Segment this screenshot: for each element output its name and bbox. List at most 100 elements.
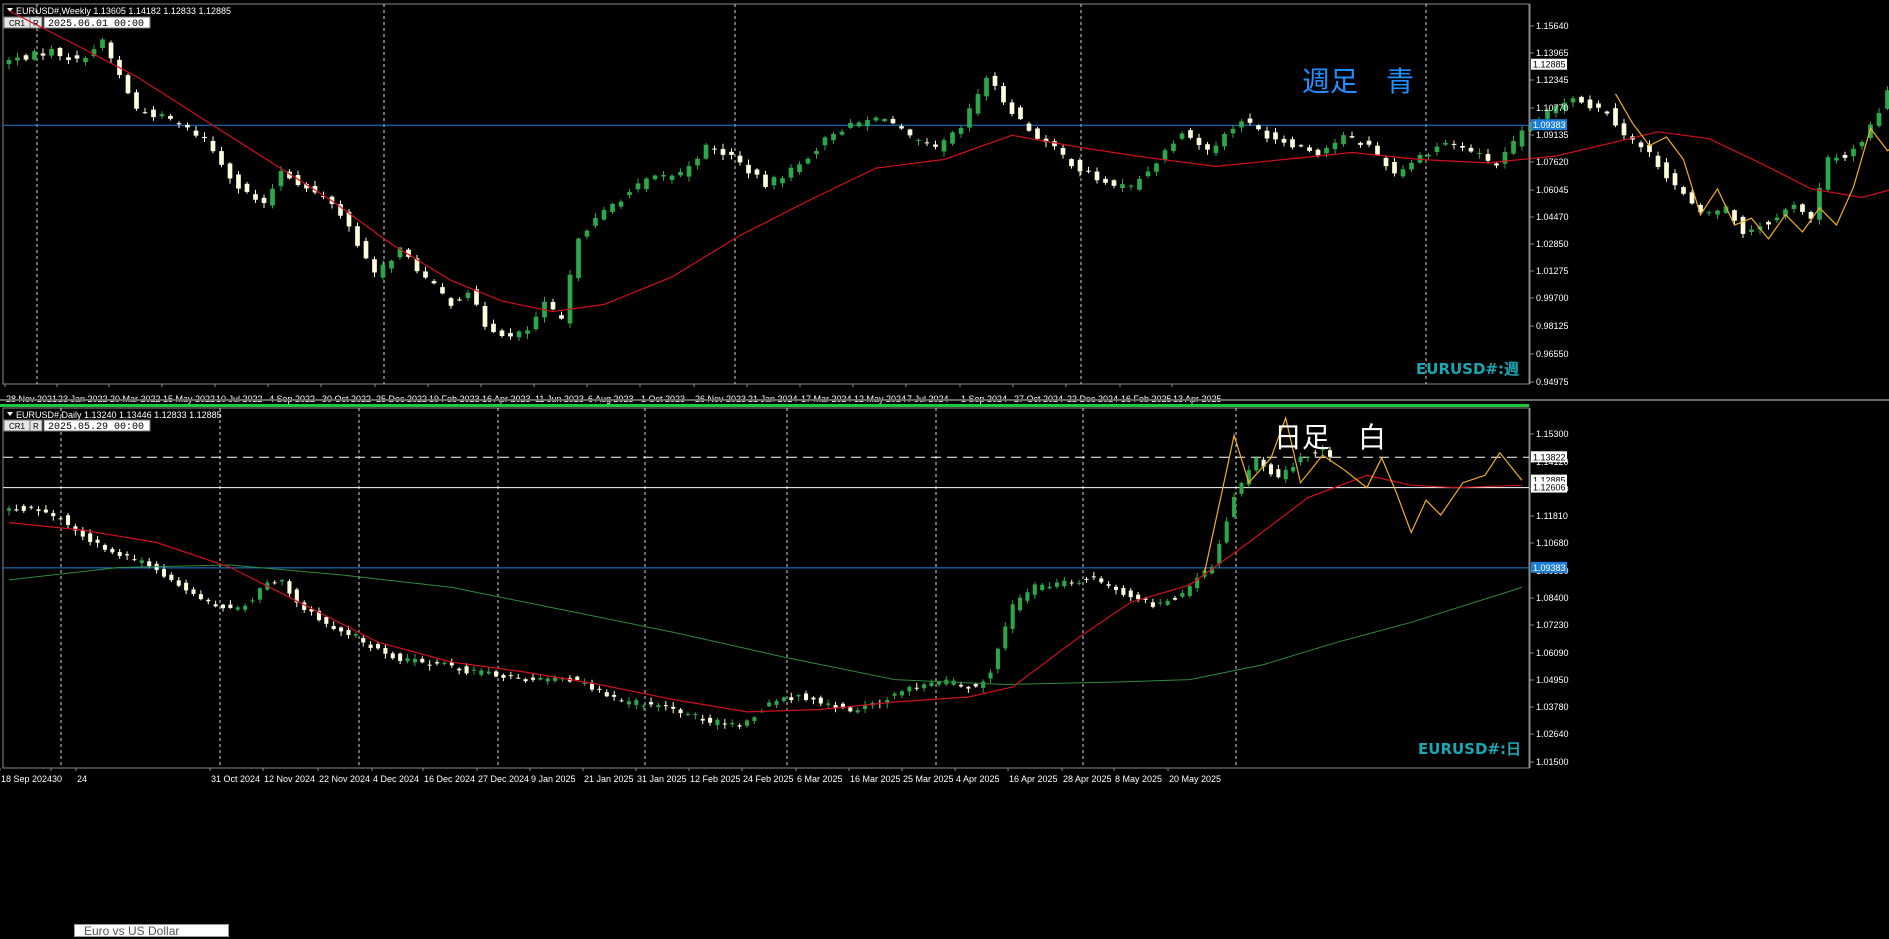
annotation-text: 週足 青: [1302, 65, 1414, 98]
candle-body: [517, 331, 522, 337]
candle-body: [649, 702, 653, 704]
time-tick-label: 24 Feb 2025: [743, 774, 794, 784]
candle-body: [44, 510, 48, 513]
candle-body: [774, 701, 778, 705]
time-tick-label: 4 Apr 2025: [956, 774, 1000, 784]
footer-tab[interactable]: Euro vs US Dollar: [74, 924, 229, 937]
candle-body: [1095, 172, 1100, 181]
candle-body: [211, 141, 216, 151]
candle-body: [332, 626, 336, 629]
candle-body: [1092, 576, 1096, 577]
price-tick-label: 0.98125: [1536, 321, 1569, 331]
candle-body: [508, 333, 513, 336]
candle-body: [1231, 129, 1236, 134]
candle-body: [1232, 497, 1236, 517]
candle-body: [1222, 134, 1227, 146]
candle-body: [236, 174, 241, 188]
candle-body: [184, 583, 188, 591]
plot-frame: [3, 4, 1529, 384]
candle-body: [1707, 212, 1712, 213]
candle-body: [1732, 210, 1737, 221]
candle-body: [874, 117, 879, 120]
candle-body: [423, 271, 428, 277]
candle-body: [355, 226, 360, 246]
candle-body: [160, 114, 165, 116]
candle-body: [789, 168, 794, 178]
candle-body: [1452, 144, 1457, 145]
candle-body: [1306, 457, 1310, 458]
candle-body: [24, 55, 29, 59]
candle-body: [1579, 97, 1584, 103]
candle-body: [287, 581, 291, 593]
candle-body: [428, 665, 432, 666]
candle-body: [721, 149, 726, 155]
time-tick-label: 16 Dec 2024: [424, 774, 475, 784]
candle-body: [789, 697, 793, 700]
candle-body: [487, 672, 491, 674]
candle-body: [168, 116, 173, 119]
candle-body: [831, 134, 836, 140]
candle-body: [1084, 579, 1088, 580]
candle-body: [381, 265, 386, 278]
datetime-value: 2025.06.01 00:00: [48, 19, 144, 30]
candle-body: [1040, 585, 1044, 590]
candle-body: [22, 506, 26, 511]
candle-body: [693, 714, 697, 715]
candle-body: [483, 306, 488, 327]
active-chart-border: [0, 404, 1529, 407]
candle-body: [763, 175, 768, 187]
candle-body: [568, 275, 573, 324]
candle-body: [1173, 598, 1177, 600]
price-tick-label: 1.10680: [1536, 538, 1569, 548]
price-tick-label: 1.03780: [1536, 702, 1569, 712]
panel-weekly: EURUSD#,Weekly 1.13605 1.14182 1.12833 1…: [3, 4, 1889, 404]
candle-body: [1299, 145, 1304, 146]
candle-body: [976, 94, 981, 114]
candle-body: [1151, 602, 1155, 607]
candle-body: [339, 627, 343, 631]
time-tick-label: 12 Feb 2025: [690, 774, 741, 784]
candle-body: [656, 705, 660, 707]
candle-body: [1741, 217, 1746, 234]
panel-daily: EURUSD#,Daily 1.13240 1.13446 1.12833 1.…: [0, 404, 1569, 784]
price-tick-label: 1.01500: [1536, 757, 1569, 767]
candle-body: [966, 687, 970, 689]
time-tick-label: 4 Dec 2024: [373, 774, 419, 784]
candle-body: [602, 210, 607, 220]
candle-body: [1877, 113, 1882, 126]
candle-body: [1033, 584, 1037, 594]
candle-body: [280, 580, 284, 581]
candle-body: [177, 123, 182, 124]
candle-body: [177, 580, 181, 585]
candle-body: [1477, 153, 1482, 154]
candle-body: [1035, 128, 1040, 138]
r-label: R: [33, 422, 39, 431]
candle-body: [823, 137, 828, 145]
candle-body: [1010, 102, 1015, 113]
candle-body: [1048, 587, 1052, 589]
candle-body: [959, 128, 964, 134]
candle-body: [701, 719, 705, 721]
candle-body: [1062, 581, 1066, 587]
candle-body: [1129, 186, 1134, 187]
candle-body: [1673, 173, 1678, 185]
collapse-chevron-icon[interactable]: [7, 412, 13, 416]
candle-body: [908, 129, 913, 135]
candle-body: [723, 723, 727, 724]
candle-body: [7, 60, 12, 64]
price-label: 1.12606: [1533, 483, 1566, 493]
candle-body: [620, 700, 624, 701]
candle-body: [1171, 144, 1176, 151]
candle-body: [372, 259, 377, 272]
candle-body: [755, 170, 760, 175]
candle-body: [819, 698, 823, 704]
candle-body: [1605, 112, 1610, 114]
candle-body: [708, 718, 712, 723]
candle-body: [942, 140, 947, 151]
price-label: 1.12885: [1533, 60, 1566, 70]
price-tick-label: 0.99700: [1536, 293, 1569, 303]
candle-body: [974, 684, 978, 686]
candle-body: [202, 137, 207, 138]
candle-body: [1341, 135, 1346, 144]
candle-body: [41, 53, 46, 55]
